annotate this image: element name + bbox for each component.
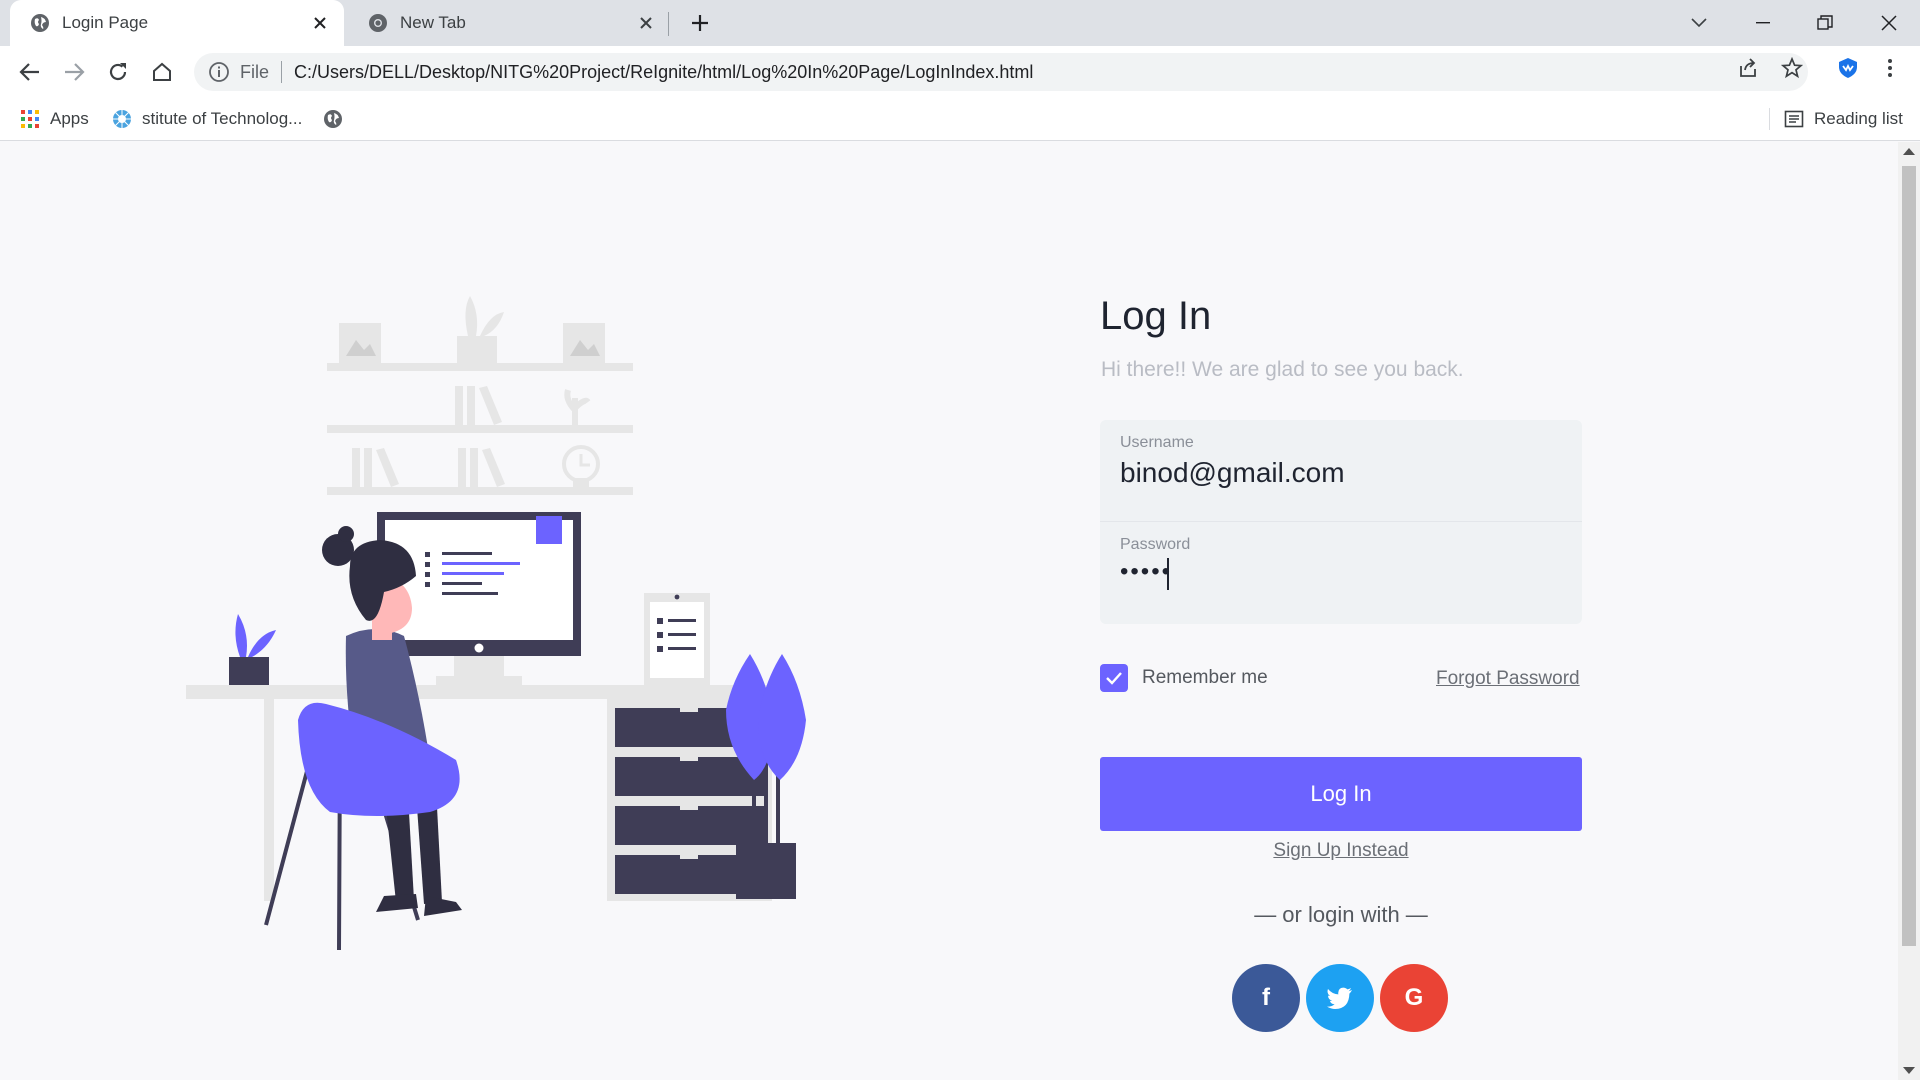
omnibox-divider	[281, 61, 283, 83]
tab-title: New Tab	[400, 13, 466, 32]
password-input[interactable]: •••••	[1120, 558, 1560, 592]
username-label: Username	[1120, 434, 1194, 451]
extension-logo-icon	[1839, 58, 1857, 78]
login-subtitle: Hi there!! We are glad to see you back.	[1101, 358, 1464, 381]
password-label: Password	[1120, 536, 1191, 553]
kebab-menu-icon	[1888, 59, 1892, 77]
reading-list-button[interactable]: Reading list	[1784, 106, 1903, 132]
share-icon	[1740, 58, 1756, 77]
arrow-left-icon	[19, 63, 39, 81]
share-button[interactable]	[1734, 54, 1762, 82]
close-tab-icon[interactable]	[308, 11, 332, 35]
remember-me-checkbox[interactable]	[1100, 664, 1128, 692]
google-login-button[interactable]: G	[1380, 964, 1448, 1032]
or-login-with-label: — or login with —	[1254, 902, 1428, 927]
bookmark-apps[interactable]: Apps	[20, 106, 89, 132]
facebook-icon: f	[1262, 984, 1270, 1011]
close-icon	[1881, 15, 1897, 31]
remember-me-label: Remember me	[1142, 667, 1268, 688]
institute-favicon-icon	[112, 109, 132, 129]
apps-grid-icon	[20, 109, 40, 129]
facebook-login-button[interactable]: f	[1232, 964, 1300, 1032]
twitter-icon	[1327, 987, 1352, 1009]
scrollbar-thumb[interactable]	[1902, 166, 1916, 946]
forward-button[interactable]	[60, 58, 88, 86]
bookmarks-bar: Apps stitute of Technolog... Reading lis…	[0, 98, 1920, 141]
login-button[interactable]: Log In	[1100, 757, 1582, 831]
minimize-button[interactable]	[1748, 8, 1778, 38]
browser-menu-button[interactable]	[1876, 54, 1904, 82]
address-bar[interactable]: File C:/Users/DELL/Desktop/NITG%20Projec…	[194, 53, 1808, 91]
tab-search-button[interactable]	[1684, 8, 1714, 38]
arrow-right-icon	[65, 63, 85, 81]
scroll-up-arrow-icon[interactable]	[1903, 148, 1915, 155]
home-button[interactable]	[148, 58, 176, 86]
tab-title: Login Page	[62, 13, 149, 32]
globe-icon	[323, 109, 343, 129]
chevron-down-icon	[1691, 18, 1707, 28]
reading-list-label: Reading list	[1814, 109, 1903, 128]
forgot-password-link[interactable]: Forgot Password	[1436, 668, 1580, 690]
browser-tab-strip: Login Page New Tab	[0, 0, 1920, 46]
reload-icon	[109, 63, 127, 81]
restore-icon	[1817, 15, 1833, 30]
reading-list-icon	[1784, 109, 1804, 129]
close-tab-icon[interactable]	[634, 11, 658, 35]
bookmark-label: Apps	[50, 109, 89, 128]
tab-login-page[interactable]: Login Page	[10, 0, 344, 46]
potted-plant-small-graphic	[229, 614, 276, 685]
minimize-icon	[1756, 22, 1770, 24]
bookshelf-graphic	[327, 296, 633, 495]
bookmarks-separator	[1769, 108, 1770, 130]
password-field[interactable]: Password •••••	[1100, 522, 1582, 624]
checkmark-icon	[1106, 672, 1122, 685]
working-at-desk-illustration	[186, 296, 806, 951]
tab-separator	[668, 12, 669, 36]
home-icon	[153, 62, 171, 81]
scroll-down-arrow-icon[interactable]	[1903, 1067, 1915, 1074]
url-scheme-label: File	[240, 61, 270, 82]
extension-button[interactable]	[1834, 54, 1862, 82]
reload-button[interactable]	[104, 58, 132, 86]
globe-icon	[30, 13, 50, 33]
google-icon: G	[1404, 984, 1424, 1011]
bookmark-globe[interactable]	[323, 106, 353, 132]
browser-toolbar: File C:/Users/DELL/Desktop/NITG%20Projec…	[0, 46, 1920, 98]
bookmark-institute[interactable]: stitute of Technolog...	[112, 106, 302, 132]
star-icon	[1781, 57, 1803, 79]
new-tab-button[interactable]	[686, 9, 714, 37]
twitter-login-button[interactable]	[1306, 964, 1374, 1032]
bookmark-label: stitute of Technolog...	[142, 109, 303, 128]
username-input[interactable]	[1120, 456, 1560, 490]
chrome-icon	[368, 13, 388, 33]
username-field[interactable]: Username	[1100, 420, 1582, 522]
restore-button[interactable]	[1810, 8, 1840, 38]
info-icon[interactable]	[208, 61, 230, 83]
sign-up-link[interactable]: Sign Up Instead	[1100, 840, 1582, 862]
back-button[interactable]	[16, 58, 44, 86]
text-caret	[1167, 558, 1169, 590]
tab-new-tab[interactable]: New Tab	[348, 0, 670, 46]
close-window-button[interactable]	[1874, 8, 1904, 38]
url-text[interactable]: C:/Users/DELL/Desktop/NITG%20Project/ReI…	[294, 62, 1033, 83]
page-scrollbar[interactable]	[1898, 142, 1920, 1080]
login-title: Log In	[1100, 294, 1212, 338]
plus-icon	[692, 15, 708, 31]
credentials-fieldset: Username Password •••••	[1100, 420, 1582, 624]
remember-me-control[interactable]: Remember me	[1100, 664, 1268, 692]
bookmark-star-button[interactable]	[1778, 54, 1806, 82]
